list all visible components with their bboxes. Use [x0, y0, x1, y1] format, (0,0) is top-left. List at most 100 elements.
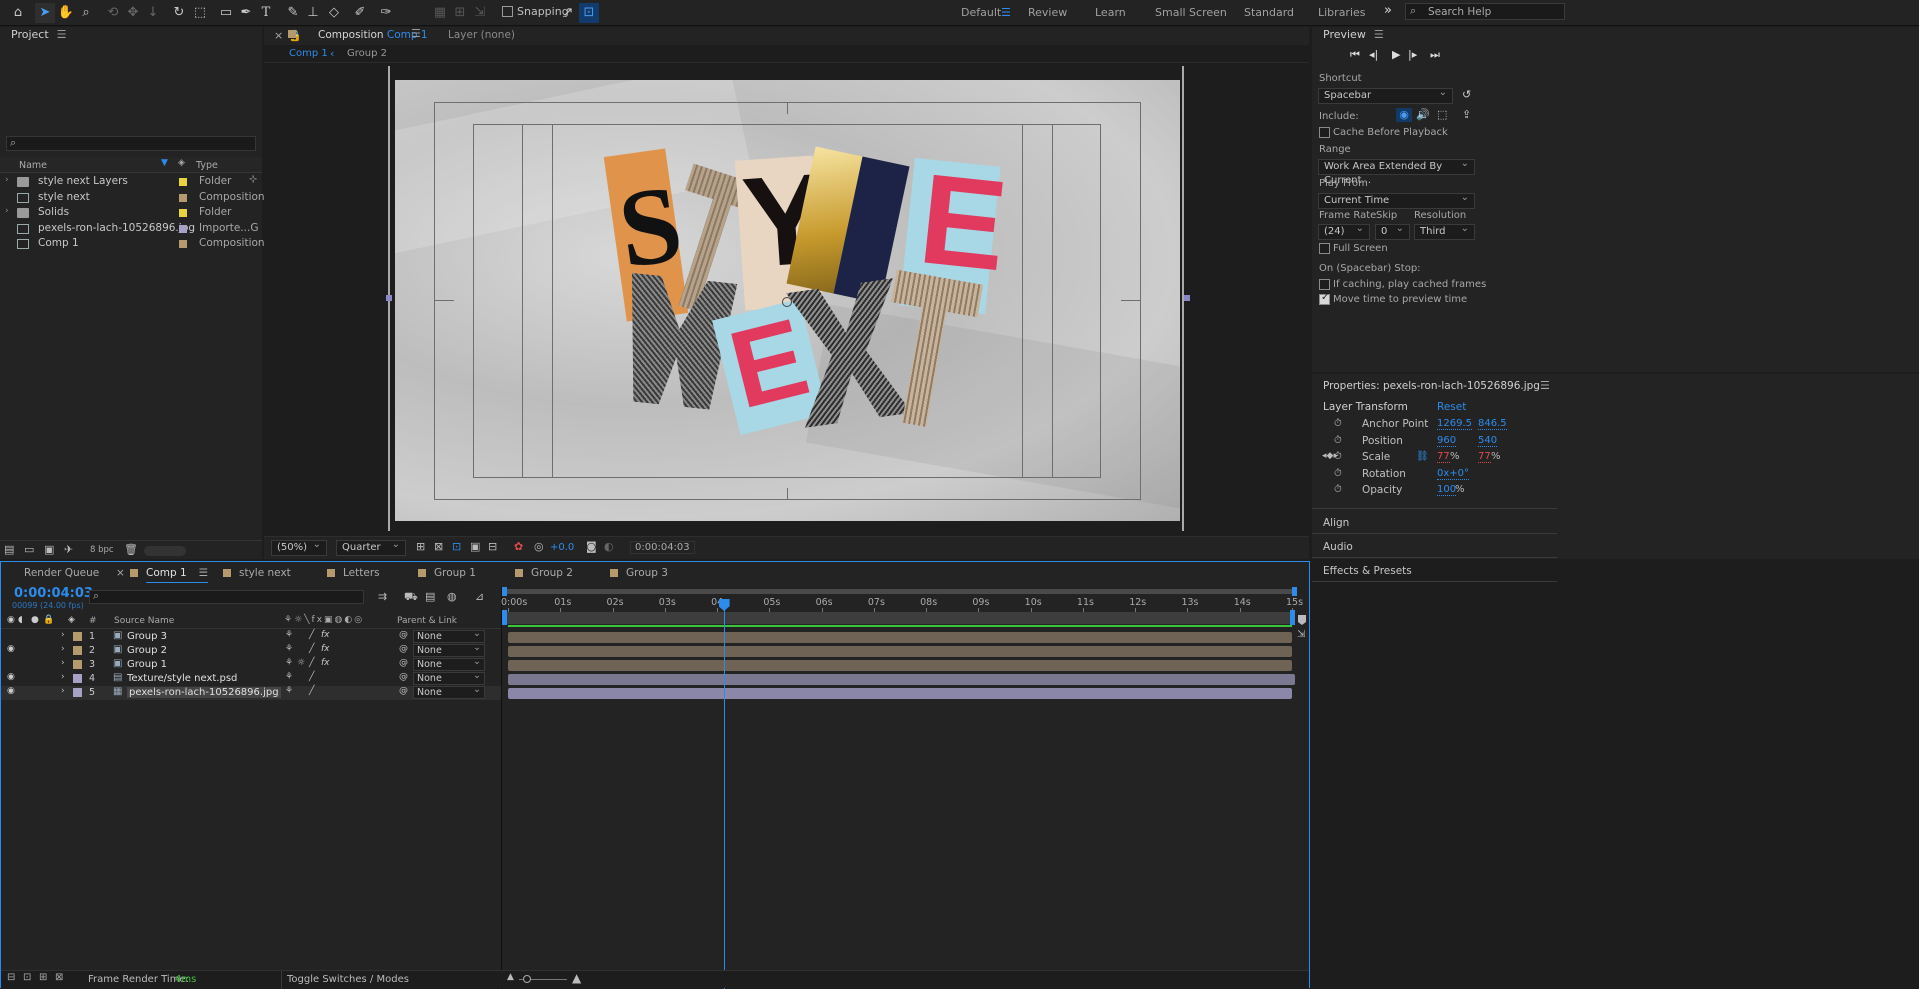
axis-local-icon[interactable]: ▦: [430, 3, 450, 23]
workspace-learn[interactable]: Learn: [1095, 6, 1126, 19]
layer-duration-bar[interactable]: [508, 660, 1292, 671]
toggle-switches-modes[interactable]: Toggle Switches / Modes: [287, 974, 409, 985]
timeline-timecode[interactable]: 0:00:04:03: [14, 586, 93, 601]
puppet-pin-icon[interactable]: ✑: [376, 3, 396, 23]
zoom-tool-icon[interactable]: ⌕: [76, 3, 96, 23]
expand-arrow-icon[interactable]: ›: [61, 672, 65, 682]
channel-icon[interactable]: ✿: [514, 540, 523, 553]
zoom-in-icon[interactable]: ▲: [572, 971, 581, 985]
layer-duration-bar[interactable]: [508, 674, 1295, 685]
timeline-tab[interactable]: Render Queue: [24, 567, 99, 583]
property-value[interactable]: 100: [1437, 484, 1457, 496]
cache-before-playback-checkbox[interactable]: [1319, 127, 1330, 138]
shy-icon[interactable]: ⚘: [285, 630, 293, 640]
layer-label-color[interactable]: [73, 688, 82, 697]
time-navigator-start[interactable]: [502, 587, 507, 596]
expand-arrow-icon[interactable]: ›: [61, 630, 65, 640]
timeline-search-input[interactable]: ⌕: [89, 589, 364, 604]
rectangle-tool-icon[interactable]: ▭: [216, 3, 236, 23]
close-icon[interactable]: ×: [274, 29, 283, 42]
new-composition-icon[interactable]: ▣: [44, 543, 54, 556]
label-swatch[interactable]: [179, 209, 187, 217]
clone-stamp-icon[interactable]: ⊥: [303, 3, 323, 23]
layer-row[interactable]: ◉ › 2 ▣ Group 2 ⚘ ╱ fx @ None ⌄: [1, 642, 501, 658]
label-swatch[interactable]: [179, 178, 187, 186]
quality-icon[interactable]: ╱: [309, 658, 314, 668]
comp-viewer[interactable]: S T Y L E N E X T: [386, 66, 1190, 531]
pick-whip-icon[interactable]: @: [399, 672, 408, 682]
quality-icon[interactable]: ╱: [309, 672, 314, 682]
layer-row[interactable]: ◉ › 5 ▦ pexels-ron-lach-10526896.jpg ⚘ ╱ @ None ⌄: [1, 684, 501, 700]
layer-label-color[interactable]: [73, 674, 82, 683]
panel-menu-icon[interactable]: ☰: [411, 27, 421, 40]
comp-canvas[interactable]: S T Y L E N E X T: [395, 80, 1180, 521]
property-value-2[interactable]: 846.5: [1478, 418, 1507, 430]
layer-duration-bar[interactable]: [508, 632, 1292, 643]
property-value-2[interactable]: 77: [1478, 451, 1491, 463]
exposure-value[interactable]: +0.0: [550, 542, 574, 553]
bpc-label[interactable]: 8 bpc: [90, 545, 114, 555]
first-frame-icon[interactable]: ⏮: [1350, 48, 1360, 62]
label-swatch[interactable]: [179, 240, 187, 248]
snapping-checkbox[interactable]: [502, 6, 513, 17]
fx-icon[interactable]: fx: [321, 658, 330, 668]
property-value[interactable]: 0x+0°: [1437, 468, 1470, 480]
time-navigator[interactable]: [504, 589, 1296, 594]
pick-whip-icon[interactable]: @: [399, 644, 408, 654]
graph-editor-icon[interactable]: ⊿: [475, 590, 484, 603]
layer-duration-bar[interactable]: [508, 688, 1292, 699]
delete-icon[interactable]: 🗑: [124, 543, 138, 556]
property-value-2[interactable]: 540: [1478, 435, 1498, 447]
include-video-icon[interactable]: ◉: [1396, 108, 1412, 122]
column-type[interactable]: Type: [196, 160, 218, 171]
project-item[interactable]: pexels-ron-lach-10526896.jpg Importe...G: [0, 221, 260, 237]
type-tool-icon[interactable]: T: [256, 3, 276, 23]
timeline-tab[interactable]: Group 1: [418, 567, 476, 583]
parent-dropdown[interactable]: None ⌄: [413, 684, 485, 699]
render-icon[interactable]: ✈: [64, 543, 73, 556]
layer-row[interactable]: › 3 ▣ Group 1 ⚘ ☼ ╱ fx @ None ⌄: [1, 656, 501, 672]
dolly-camera-icon[interactable]: ↓: [143, 3, 163, 23]
comp-marker-icon[interactable]: ⇲: [1297, 629, 1305, 640]
visibility-toggle[interactable]: [7, 658, 15, 670]
orbit-camera-icon[interactable]: ⟲: [103, 3, 123, 23]
layer-viewer-tab[interactable]: Layer (none): [448, 29, 515, 41]
panel-menu-icon[interactable]: ☰: [57, 28, 67, 41]
layer-row[interactable]: › 1 ▣ Group 3 ⚘ ╱ fx @ None ⌄: [1, 628, 501, 644]
shy-icon[interactable]: ⚘: [285, 658, 293, 668]
layer-label-color[interactable]: [73, 660, 82, 669]
property-value[interactable]: 1269.5: [1437, 418, 1472, 430]
resolution-preview-dropdown[interactable]: Third: [1414, 222, 1475, 240]
panel-menu-icon[interactable]: ☰: [1540, 379, 1550, 392]
timeline-tab[interactable]: Letters: [327, 567, 380, 583]
next-frame-icon[interactable]: |▸: [1408, 48, 1417, 61]
column-name[interactable]: Name: [19, 160, 47, 171]
project-item[interactable]: style next Composition: [0, 190, 265, 206]
layer-switches-icon[interactable]: ⊟: [7, 972, 15, 983]
if-caching-checkbox[interactable]: [1319, 279, 1330, 290]
snap-edges-icon[interactable]: ↗: [558, 3, 578, 23]
shy-icon[interactable]: ⚘: [285, 686, 293, 696]
shortcut-dropdown[interactable]: Spacebar: [1318, 86, 1453, 104]
magnification-dropdown[interactable]: (50%): [271, 538, 327, 556]
pick-whip-icon[interactable]: @: [399, 658, 408, 668]
timeline-tab[interactable]: style next: [223, 567, 291, 583]
full-screen-checkbox[interactable]: [1319, 243, 1330, 254]
label-swatch[interactable]: [179, 224, 187, 233]
pen-tool-icon[interactable]: ✒: [236, 3, 256, 23]
show-snapshot-icon[interactable]: ◐: [604, 540, 614, 553]
motion-blur-icon[interactable]: ◍: [447, 590, 457, 603]
panel-menu-icon[interactable]: ☰: [199, 567, 208, 579]
visibility-eye-icon[interactable]: ◉: [7, 644, 15, 654]
layer-label-color[interactable]: [73, 646, 82, 655]
work-area-end[interactable]: [1290, 610, 1295, 625]
quality-icon[interactable]: ╱: [309, 686, 314, 696]
snap-features-icon[interactable]: ⊡: [579, 3, 599, 23]
fx-icon[interactable]: fx: [321, 644, 330, 654]
workspace-standard[interactable]: Standard: [1244, 6, 1294, 19]
last-frame-icon[interactable]: ⏭: [1430, 48, 1440, 62]
layer-name[interactable]: Group 2: [127, 645, 167, 656]
audio-section[interactable]: Audio: [1323, 541, 1353, 553]
label-swatch[interactable]: [179, 193, 187, 202]
include-audio-icon[interactable]: 🔊: [1416, 108, 1430, 121]
